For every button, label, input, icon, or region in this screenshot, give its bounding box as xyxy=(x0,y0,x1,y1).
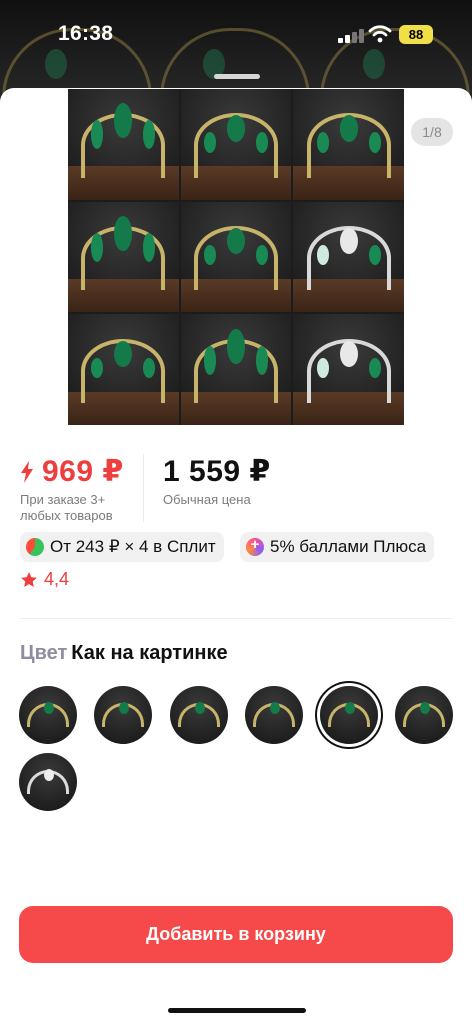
sheet-grabber[interactable] xyxy=(214,74,260,79)
tiara-photo xyxy=(180,314,292,425)
plus-label: 5% баллами Плюса xyxy=(270,537,427,556)
discount-price-note: При заказе 3+ любых товаров xyxy=(20,492,113,523)
split-label: От 243 ₽ × 4 в Сплит xyxy=(50,537,216,556)
tiara-photo xyxy=(293,201,404,313)
product-image[interactable] xyxy=(68,89,404,425)
status-time: 16:38 xyxy=(58,22,114,45)
lightning-icon xyxy=(21,460,33,483)
discount-price: 969 ₽ xyxy=(20,454,124,489)
star-icon xyxy=(21,571,37,587)
add-to-cart-button[interactable]: Добавить в корзину xyxy=(19,906,453,963)
color-label: Цвет xyxy=(20,642,68,664)
battery-icon: 88 xyxy=(399,25,433,44)
image-counter: 1/8 xyxy=(411,118,453,146)
color-option[interactable] xyxy=(395,686,453,744)
split-icon xyxy=(26,538,44,556)
regular-price: 1 559 ₽ xyxy=(163,455,271,488)
color-option[interactable] xyxy=(245,686,303,744)
color-option[interactable] xyxy=(19,686,77,744)
color-option[interactable] xyxy=(170,686,228,744)
tiara-photo xyxy=(68,314,179,425)
rating-value: 4,4 xyxy=(44,569,70,589)
discount-price-value: 969 ₽ xyxy=(42,455,124,488)
split-installments-chip[interactable]: От 243 ₽ × 4 в Сплит xyxy=(20,532,224,562)
wifi-icon xyxy=(368,25,392,43)
color-selector-title: Цвет Как на картинке xyxy=(20,642,228,665)
tiara-photo xyxy=(293,314,404,425)
signal-icon xyxy=(338,27,364,43)
status-bar: 16:38 88 xyxy=(0,0,472,70)
product-rating[interactable]: 4,4 xyxy=(20,569,69,590)
tiara-photo xyxy=(68,89,179,200)
tiara-photo xyxy=(68,201,179,313)
section-divider xyxy=(20,618,452,619)
tiara-photo xyxy=(293,89,404,200)
plus-icon xyxy=(246,536,264,556)
price-divider xyxy=(143,454,144,522)
color-option-selected[interactable] xyxy=(320,686,378,744)
home-indicator[interactable] xyxy=(168,1008,306,1013)
color-option[interactable] xyxy=(94,686,152,744)
color-option[interactable] xyxy=(19,753,77,811)
plus-cashback-chip[interactable]: 5% баллами Плюса xyxy=(240,532,435,562)
tiara-photo xyxy=(180,201,292,313)
regular-price-note: Обычная цена xyxy=(163,492,251,507)
tiara-photo xyxy=(180,89,292,200)
color-value: Как на картинке xyxy=(71,642,228,664)
